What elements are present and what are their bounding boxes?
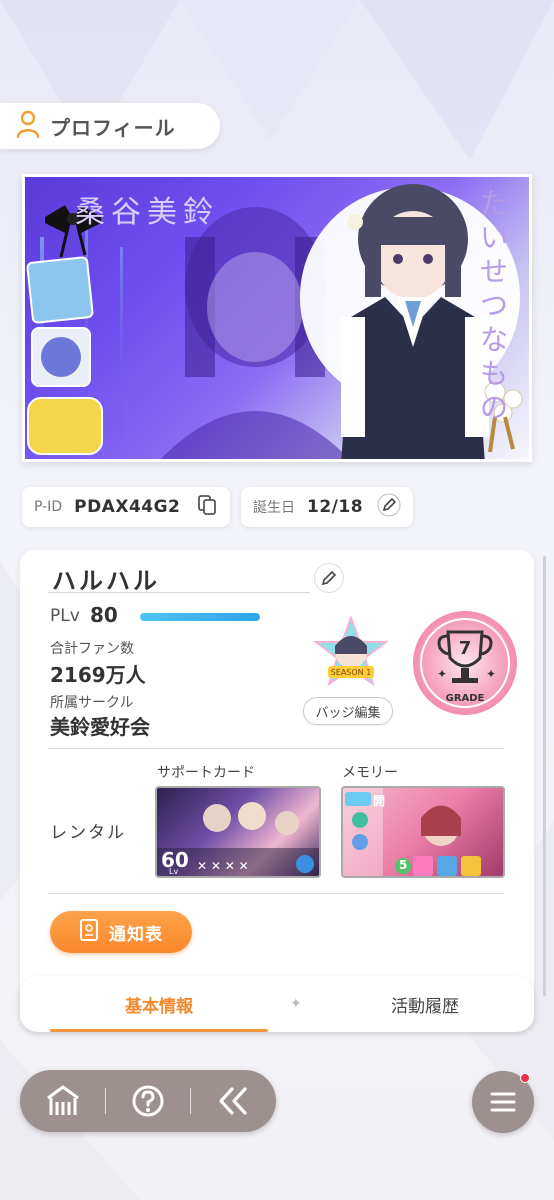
memory-number: 5 bbox=[399, 858, 408, 872]
support-card-title: サポートカード bbox=[157, 765, 255, 781]
grade-emblem: 7 GRADE ✦ ✦ bbox=[410, 608, 520, 718]
memory-slot[interactable]: 開 5 bbox=[341, 786, 505, 878]
memory-title: メモリー bbox=[342, 765, 398, 781]
birthday-label: 誕生日 bbox=[253, 500, 295, 516]
bottom-nav bbox=[20, 1070, 276, 1132]
help-icon[interactable] bbox=[123, 1076, 173, 1126]
tab-basic-info-label: 基本情報 bbox=[125, 996, 193, 1017]
character-name: 桑谷美鈴 bbox=[75, 195, 219, 230]
pid-value: PDAX44G2 bbox=[74, 497, 181, 517]
sticker-cd-case bbox=[25, 255, 95, 325]
memory-tag: 開 bbox=[373, 794, 386, 808]
notice-button-label: 通知表 bbox=[109, 924, 163, 945]
birthday-field: 誕生日 12/18 bbox=[241, 487, 413, 527]
svg-text:✦: ✦ bbox=[437, 667, 447, 681]
grade-label: GRADE bbox=[446, 693, 485, 704]
sticker-pouch bbox=[27, 397, 103, 455]
pencil-icon bbox=[321, 570, 337, 586]
support-card-level: 60 bbox=[161, 848, 189, 872]
plv-value: 80 bbox=[90, 603, 118, 627]
divider-bottom bbox=[48, 893, 504, 894]
edit-name-button[interactable] bbox=[314, 563, 344, 593]
badge-edit-button[interactable]: バッジ編集 bbox=[303, 697, 393, 725]
circle-value: 美鈴愛好会 bbox=[50, 715, 150, 739]
plv-label: PLv bbox=[50, 606, 80, 626]
page-title: プロフィール bbox=[50, 115, 176, 140]
tab-activity-history-label: 活動履歴 bbox=[391, 996, 459, 1017]
fans-value: 2169万人 bbox=[50, 663, 146, 687]
hamburger-icon bbox=[490, 1092, 516, 1112]
tab-basic-info[interactable]: 基本情報 bbox=[50, 976, 268, 1032]
tab-active-underline bbox=[50, 1029, 268, 1032]
divider-top bbox=[48, 748, 504, 749]
menu-button[interactable] bbox=[472, 1071, 534, 1133]
plv-progress-fill bbox=[140, 613, 260, 621]
name-underline bbox=[48, 592, 310, 593]
sticker-disc bbox=[31, 327, 91, 387]
svg-text:✦: ✦ bbox=[486, 667, 496, 681]
birthday-value: 12/18 bbox=[307, 497, 364, 517]
season-badge[interactable]: SEASON 1 bbox=[310, 614, 392, 696]
notice-button[interactable]: 通知表 bbox=[50, 911, 192, 953]
rental-label: レンタル bbox=[50, 823, 126, 843]
nav-separator bbox=[105, 1088, 107, 1114]
copy-icon[interactable] bbox=[196, 494, 218, 520]
notification-dot bbox=[520, 1073, 530, 1083]
banner-vertical-text: たいせつなもの bbox=[479, 187, 508, 424]
scrollbar[interactable] bbox=[543, 556, 546, 996]
nav-separator bbox=[189, 1088, 191, 1114]
grade-number: 7 bbox=[459, 638, 472, 659]
svg-text:✕ ✕ ✕ ✕: ✕ ✕ ✕ ✕ bbox=[197, 859, 249, 873]
tab-activity-history[interactable]: 活動履歴 bbox=[320, 976, 530, 1032]
pid-label: P-ID bbox=[34, 499, 63, 515]
profile-header: プロフィール bbox=[0, 103, 220, 149]
edit-birthday-icon[interactable] bbox=[377, 493, 401, 521]
home-icon[interactable] bbox=[38, 1076, 88, 1126]
support-card-slot[interactable]: Lv ✕ ✕ ✕ ✕ 60 bbox=[155, 786, 321, 878]
profile-banner[interactable]: 桑谷美鈴 たいせつなもの bbox=[22, 174, 532, 462]
plv-progress-bar bbox=[140, 613, 260, 621]
fans-label: 合計ファン数 bbox=[50, 641, 134, 657]
circle-label: 所属サークル bbox=[50, 695, 134, 711]
report-card-icon bbox=[79, 918, 99, 946]
user-name: ハルハル bbox=[52, 567, 160, 595]
back-icon[interactable] bbox=[208, 1076, 258, 1126]
sparkle-icon: ✦ bbox=[290, 996, 302, 1012]
tab-bar: 基本情報 ✦ 活動履歴 bbox=[20, 976, 534, 1032]
user-icon bbox=[16, 110, 40, 142]
pid-field: P-ID PDAX44G2 bbox=[22, 487, 230, 527]
badge-season-text: SEASON 1 bbox=[331, 668, 372, 677]
